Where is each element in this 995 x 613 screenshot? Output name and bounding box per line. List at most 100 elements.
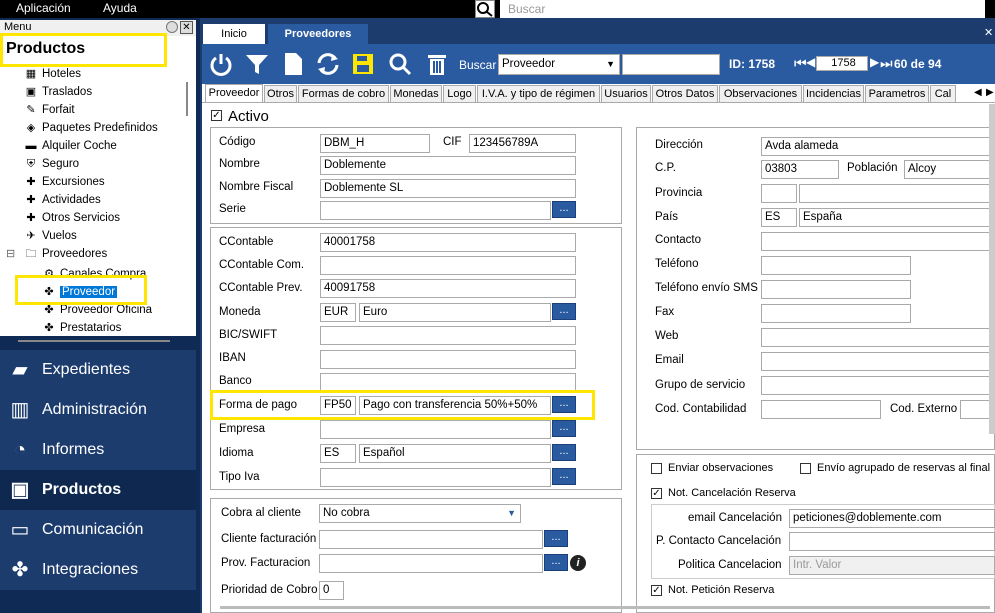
tab-proveedores[interactable]: Proveedores [268, 24, 368, 44]
tree-item[interactable]: ✈ Vuelos [24, 228, 76, 244]
iban-field[interactable] [320, 350, 576, 369]
power-icon[interactable] [208, 52, 234, 76]
subtab[interactable]: Parametros [865, 85, 929, 102]
envio-agrupado-checkbox[interactable] [800, 463, 811, 474]
subtab[interactable]: Incidencias [803, 85, 864, 102]
tree-item[interactable]: ✚ Actividades [24, 192, 100, 208]
prov-fact-field[interactable] [319, 554, 543, 573]
provincia-code-field[interactable] [761, 184, 797, 203]
subtab[interactable]: Cal [930, 85, 956, 102]
search-value-input[interactable] [622, 54, 720, 75]
tree-item[interactable]: ✎ Forfait [24, 102, 74, 118]
subtab[interactable]: Observaciones [719, 85, 802, 102]
telefono-sms-field[interactable] [761, 280, 911, 299]
cobra-select[interactable]: No cobra ▼ [319, 504, 521, 523]
cliente-fact-lookup-button[interactable]: ... [544, 530, 568, 547]
idioma-code-field[interactable]: ES [320, 444, 356, 463]
global-search-input[interactable]: Buscar [500, 0, 985, 18]
filter-icon[interactable] [244, 52, 270, 76]
tree-item[interactable]: ⊟ 🗀 Proveedores [6, 246, 107, 262]
tipo-iva-lookup-button[interactable]: ... [552, 468, 576, 485]
cp-field[interactable]: 03803 [761, 160, 839, 179]
trash-icon[interactable] [424, 52, 450, 76]
email-field[interactable] [761, 352, 995, 371]
moneda-field[interactable]: Euro [359, 303, 551, 322]
tree-item[interactable]: ◈ Paquetes Predefinidos [24, 120, 158, 136]
close-tab-icon[interactable]: ✕ [984, 26, 993, 39]
search-icon[interactable] [475, 0, 495, 18]
prev-record-icon[interactable]: ◀ [806, 55, 815, 69]
tree-item[interactable]: ✚ Excursiones [24, 174, 104, 190]
provincia-field[interactable] [799, 184, 995, 203]
nav-item-informes[interactable]: ◔ Informes [0, 430, 196, 470]
subtab[interactable]: Logo [443, 85, 476, 102]
subtab[interactable]: I.V.A. y tipo de régimen [477, 85, 600, 102]
grupo-field[interactable] [761, 376, 995, 395]
moneda-code-field[interactable]: EUR [320, 303, 356, 322]
subtab[interactable]: Otros [264, 85, 297, 102]
new-document-icon[interactable] [280, 52, 306, 76]
direccion-field[interactable]: Avda alameda [761, 137, 995, 156]
tree-hscrollbar[interactable] [18, 340, 170, 342]
email-cancel-field[interactable]: peticiones@doblemente.com [789, 509, 995, 528]
empresa-lookup-button[interactable]: ... [552, 420, 576, 437]
ccontable-field[interactable]: 40001758 [320, 233, 576, 252]
poblacion-field[interactable]: Alcoy [904, 160, 995, 179]
pais-field[interactable]: España [799, 208, 995, 227]
tab-inicio[interactable]: Inicio [203, 24, 265, 44]
tree-scrollbar[interactable] [186, 82, 188, 116]
cif-field[interactable]: 123456789A [469, 134, 576, 153]
tree-item[interactable]: ▦ Hoteles [24, 66, 81, 82]
tree-item[interactable]: ▬ Alquiler Coche [24, 138, 117, 154]
tree-item[interactable]: ✤ Prestatarios [42, 320, 121, 336]
idioma-lookup-button[interactable]: ... [552, 444, 576, 461]
last-record-icon[interactable]: ⏭ [880, 55, 893, 72]
menu-ayuda[interactable]: Ayuda [103, 1, 137, 15]
form-scrollbar[interactable] [989, 104, 995, 434]
nav-item-integraciones[interactable]: ✤ Integraciones [0, 550, 196, 590]
tipo-iva-field[interactable] [320, 468, 551, 487]
save-icon[interactable] [350, 52, 376, 76]
empresa-field[interactable] [320, 420, 551, 439]
form-hscrollbar[interactable] [220, 606, 990, 609]
next-record-icon[interactable]: ▶ [870, 55, 879, 69]
prioridad-field[interactable]: 0 [319, 581, 344, 600]
tree-item[interactable]: ⛨ Seguro [24, 156, 79, 172]
refresh-icon[interactable] [315, 52, 341, 76]
nav-item-productos[interactable]: ▣ Productos [0, 470, 196, 510]
record-number-input[interactable]: 1758 [816, 56, 868, 71]
cod-cont-field[interactable] [761, 400, 881, 419]
pin-icon[interactable] [166, 21, 178, 33]
ccontable-com-field[interactable] [320, 256, 576, 275]
not-peticion-checkbox[interactable]: ✓ [651, 585, 662, 596]
serie-lookup-button[interactable]: ... [552, 201, 576, 218]
enviar-obs-checkbox[interactable] [651, 463, 662, 474]
activo-checkbox[interactable]: ✓ [211, 110, 222, 121]
idioma-field[interactable]: Español [359, 444, 551, 463]
subtab[interactable]: Formas de cobro [298, 85, 389, 102]
codigo-field[interactable]: DBM_H [320, 134, 430, 153]
tab-scroll-right-icon[interactable]: ▶ [986, 87, 994, 98]
subtab[interactable]: Otros Datos [652, 85, 718, 102]
bic-field[interactable] [320, 326, 576, 345]
search-field-select[interactable]: Proveedor ▼ [498, 54, 620, 75]
search-icon[interactable] [387, 52, 413, 76]
tree-item[interactable]: ✚ Otros Servicios [24, 210, 120, 226]
tab-scroll-left-icon[interactable]: ◀ [974, 87, 982, 98]
web-field[interactable] [761, 328, 995, 347]
nombre-field[interactable]: Doblemente [320, 156, 576, 175]
moneda-lookup-button[interactable]: ... [552, 303, 576, 320]
contacto-field[interactable] [761, 232, 995, 251]
close-icon[interactable]: ✕ [180, 21, 193, 34]
prov-fact-lookup-button[interactable]: ... [544, 554, 568, 571]
first-record-icon[interactable]: ⏮ [794, 55, 807, 72]
ccontable-prev-field[interactable]: 40091758 [320, 279, 576, 298]
telefono-field[interactable] [761, 256, 911, 275]
politica-field[interactable]: Intr. Valor [789, 556, 995, 575]
fax-field[interactable] [761, 304, 911, 323]
nombre-fiscal-field[interactable]: Doblemente SL [320, 179, 576, 198]
subtab[interactable]: Usuarios [601, 85, 651, 102]
pais-code-field[interactable]: ES [761, 208, 797, 227]
serie-field[interactable] [320, 201, 551, 220]
nav-item-expedientes[interactable]: ▰ Expedientes [0, 350, 196, 390]
